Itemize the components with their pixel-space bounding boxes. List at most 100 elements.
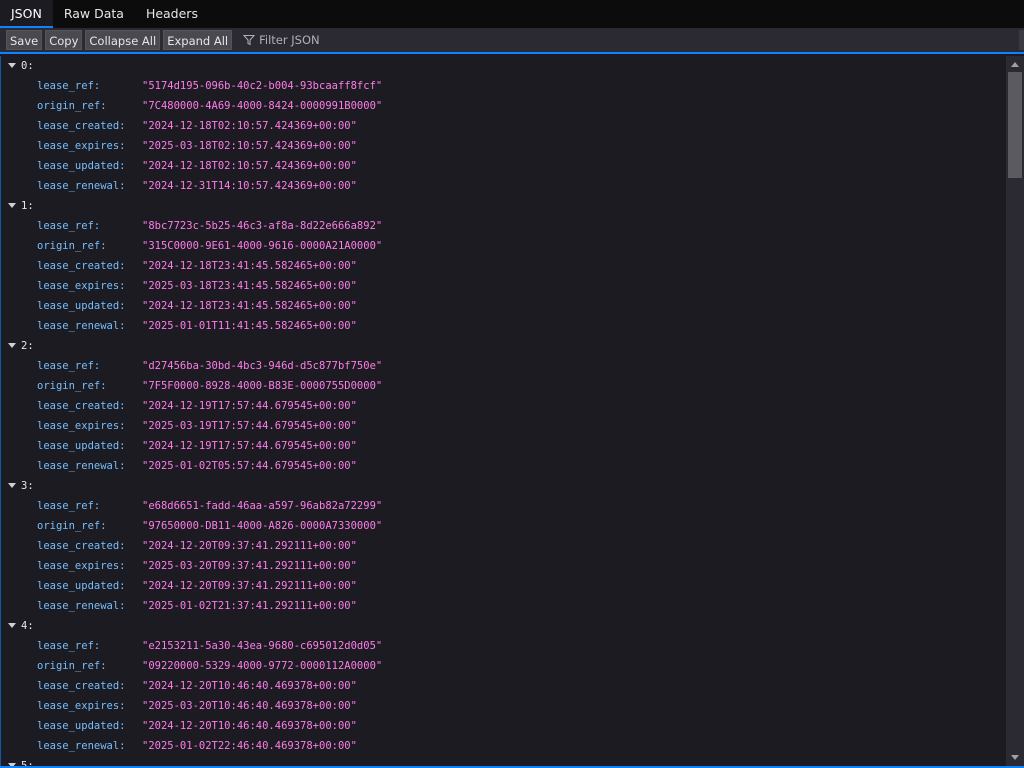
property-value: "7C480000-4A69-4000-8424-0000991B0000" — [142, 100, 383, 112]
scroll-down-arrow-icon[interactable] — [1011, 755, 1019, 760]
property-key: lease_created: — [37, 680, 126, 692]
property-value: "2025-01-02T05:57:44.679545+00:00" — [142, 460, 357, 472]
property-key: lease_created: — [37, 260, 126, 272]
property-key: lease_ref: — [37, 360, 101, 372]
expand-twisty-icon[interactable] — [8, 482, 16, 488]
vertical-scrollbar[interactable] — [1006, 56, 1024, 768]
property-row[interactable]: lease_renewal: "2025-01-02T05:57:44.67954… — [0, 456, 1006, 476]
property-value: "2024-12-19T17:57:44.679545+00:00" — [142, 400, 357, 412]
property-value: "2025-03-20T09:37:41.292111+00:00" — [142, 560, 357, 572]
property-value: "2025-03-20T10:46:40.469378+00:00" — [142, 700, 357, 712]
property-row[interactable]: lease_updated: "2024-12-20T10:46:40.46937… — [0, 716, 1006, 736]
property-row[interactable]: lease_renewal: "2024-12-31T14:10:57.42436… — [0, 176, 1006, 196]
json-toolbar: Save Copy Collapse All Expand All — [0, 28, 1024, 54]
property-value: "2025-03-18T23:41:45.582465+00:00" — [142, 280, 357, 292]
property-key: lease_renewal: — [37, 320, 126, 332]
property-row[interactable]: lease_renewal: "2025-01-02T21:37:41.29211… — [0, 596, 1006, 616]
property-value: "d27456ba-30bd-4bc3-946d-d5c877bf750e" — [142, 360, 383, 372]
property-value: "2024-12-18T02:10:57.424369+00:00" — [142, 120, 357, 132]
property-value: "7F5F0000-8928-4000-B83E-0000755D0000" — [142, 380, 383, 392]
record-index-row[interactable]: 2: — [0, 336, 1006, 356]
property-key: lease_updated: — [37, 440, 126, 452]
property-key: origin_ref: — [37, 380, 107, 392]
property-row[interactable]: lease_ref: "5174d195-096b-40c2-b004-93bca… — [0, 76, 1006, 96]
tab-bar: JSON Raw Data Headers — [0, 0, 1024, 28]
record-index-row[interactable]: 3: — [0, 476, 1006, 496]
property-row[interactable]: lease_ref: "d27456ba-30bd-4bc3-946d-d5c87… — [0, 356, 1006, 376]
copy-button[interactable]: Copy — [45, 30, 83, 50]
json-viewer: 0: lease_ref: "5174d195-096b-40c2-b004-93b… — [0, 56, 1006, 768]
property-key: lease_renewal: — [37, 180, 126, 192]
property-key: lease_renewal: — [37, 740, 126, 752]
property-key: origin_ref: — [37, 100, 107, 112]
property-row[interactable]: lease_updated: "2024-12-20T09:37:41.29211… — [0, 576, 1006, 596]
property-row[interactable]: lease_expires: "2025-03-18T02:10:57.42436… — [0, 136, 1006, 156]
property-value: "2025-01-01T11:41:45.582465+00:00" — [142, 320, 357, 332]
property-row[interactable]: lease_created: "2024-12-20T10:46:40.46937… — [0, 676, 1006, 696]
collapse-all-button[interactable]: Collapse All — [85, 30, 161, 50]
record-index-row[interactable]: 4: — [0, 616, 1006, 636]
property-value: "2024-12-18T23:41:45.582465+00:00" — [142, 300, 357, 312]
funnel-icon — [243, 35, 256, 46]
tab-json[interactable]: JSON — [0, 0, 53, 28]
property-key: origin_ref: — [37, 660, 107, 672]
property-key: lease_created: — [37, 120, 126, 132]
property-key: lease_expires: — [37, 280, 126, 292]
property-value: "97650000-DB11-4000-A826-0000A7330000" — [142, 520, 383, 532]
property-row[interactable]: lease_ref: "8bc7723c-5b25-46c3-af8a-8d22e… — [0, 216, 1006, 236]
property-key: lease_updated: — [37, 720, 126, 732]
property-key: lease_expires: — [37, 420, 126, 432]
property-row[interactable]: lease_created: "2024-12-19T17:57:44.67954… — [0, 396, 1006, 416]
property-value: "09220000-5329-4000-9772-0000112A0000" — [142, 660, 383, 672]
property-row[interactable]: lease_renewal: "2025-01-01T11:41:45.58246… — [0, 316, 1006, 336]
property-row[interactable]: lease_created: "2024-12-18T02:10:57.42436… — [0, 116, 1006, 136]
record-index-row[interactable]: 0: — [0, 56, 1006, 76]
property-row[interactable]: origin_ref: "315C0000-9E61-4000-9616-0000… — [0, 236, 1006, 256]
property-row[interactable]: lease_created: "2024-12-20T09:37:41.29211… — [0, 536, 1006, 556]
json-tree: 0: lease_ref: "5174d195-096b-40c2-b004-93b… — [0, 56, 1006, 768]
expand-all-button[interactable]: Expand All — [163, 30, 233, 50]
scrollbar-thumb[interactable] — [1008, 72, 1022, 178]
property-row[interactable]: lease_updated: "2024-12-18T23:41:45.58246… — [0, 296, 1006, 316]
property-value: "e2153211-5a30-43ea-9680-c695012d0d05" — [142, 640, 383, 652]
property-row[interactable]: lease_renewal: "2025-01-02T22:46:40.46937… — [0, 736, 1006, 756]
property-key: lease_ref: — [37, 220, 101, 232]
filter-json-input[interactable] — [259, 33, 460, 47]
expand-twisty-icon[interactable] — [8, 62, 16, 68]
property-row[interactable]: lease_expires: "2025-03-20T10:46:40.46937… — [0, 696, 1006, 716]
property-row[interactable]: lease_ref: "e2153211-5a30-43ea-9680-c6950… — [0, 636, 1006, 656]
property-value: "2024-12-20T09:37:41.292111+00:00" — [142, 580, 357, 592]
property-key: lease_updated: — [37, 300, 126, 312]
property-value: "2024-12-31T14:10:57.424369+00:00" — [142, 180, 357, 192]
filter-json[interactable] — [243, 33, 460, 47]
property-value: "2025-03-19T17:57:44.679545+00:00" — [142, 420, 357, 432]
tab-raw-data[interactable]: Raw Data — [53, 0, 135, 28]
save-button[interactable]: Save — [6, 30, 43, 50]
record-index-label: 4: — [21, 620, 34, 632]
property-key: lease_renewal: — [37, 600, 126, 612]
scroll-up-arrow-icon[interactable] — [1011, 62, 1019, 67]
record-index-row[interactable]: 1: — [0, 196, 1006, 216]
property-row[interactable]: origin_ref: "09220000-5329-4000-9772-0000… — [0, 656, 1006, 676]
expand-twisty-icon[interactable] — [8, 622, 16, 628]
property-row[interactable]: origin_ref: "7F5F0000-8928-4000-B83E-0000… — [0, 376, 1006, 396]
property-value: "e68d6651-fadd-46aa-a597-96ab82a72299" — [142, 500, 383, 512]
property-value: "2024-12-20T09:37:41.292111+00:00" — [142, 540, 357, 552]
property-row[interactable]: lease_expires: "2025-03-19T17:57:44.67954… — [0, 416, 1006, 436]
property-value: "2025-01-02T21:37:41.292111+00:00" — [142, 600, 357, 612]
property-row[interactable]: lease_updated: "2024-12-18T02:10:57.42436… — [0, 156, 1006, 176]
property-row[interactable]: lease_updated: "2024-12-19T17:57:44.67954… — [0, 436, 1006, 456]
tab-headers[interactable]: Headers — [135, 0, 209, 28]
expand-twisty-icon[interactable] — [8, 342, 16, 348]
property-key: lease_expires: — [37, 140, 126, 152]
property-value: "2024-12-18T23:41:45.582465+00:00" — [142, 260, 357, 272]
property-row[interactable]: lease_ref: "e68d6651-fadd-46aa-a597-96ab8… — [0, 496, 1006, 516]
expand-twisty-icon[interactable] — [8, 202, 16, 208]
record-index-label: 1: — [21, 200, 34, 212]
property-row[interactable]: origin_ref: "97650000-DB11-4000-A826-0000… — [0, 516, 1006, 536]
property-key: lease_renewal: — [37, 460, 126, 472]
property-row[interactable]: lease_expires: "2025-03-18T23:41:45.58246… — [0, 276, 1006, 296]
property-row[interactable]: origin_ref: "7C480000-4A69-4000-8424-0000… — [0, 96, 1006, 116]
property-row[interactable]: lease_expires: "2025-03-20T09:37:41.29211… — [0, 556, 1006, 576]
property-row[interactable]: lease_created: "2024-12-18T23:41:45.58246… — [0, 256, 1006, 276]
